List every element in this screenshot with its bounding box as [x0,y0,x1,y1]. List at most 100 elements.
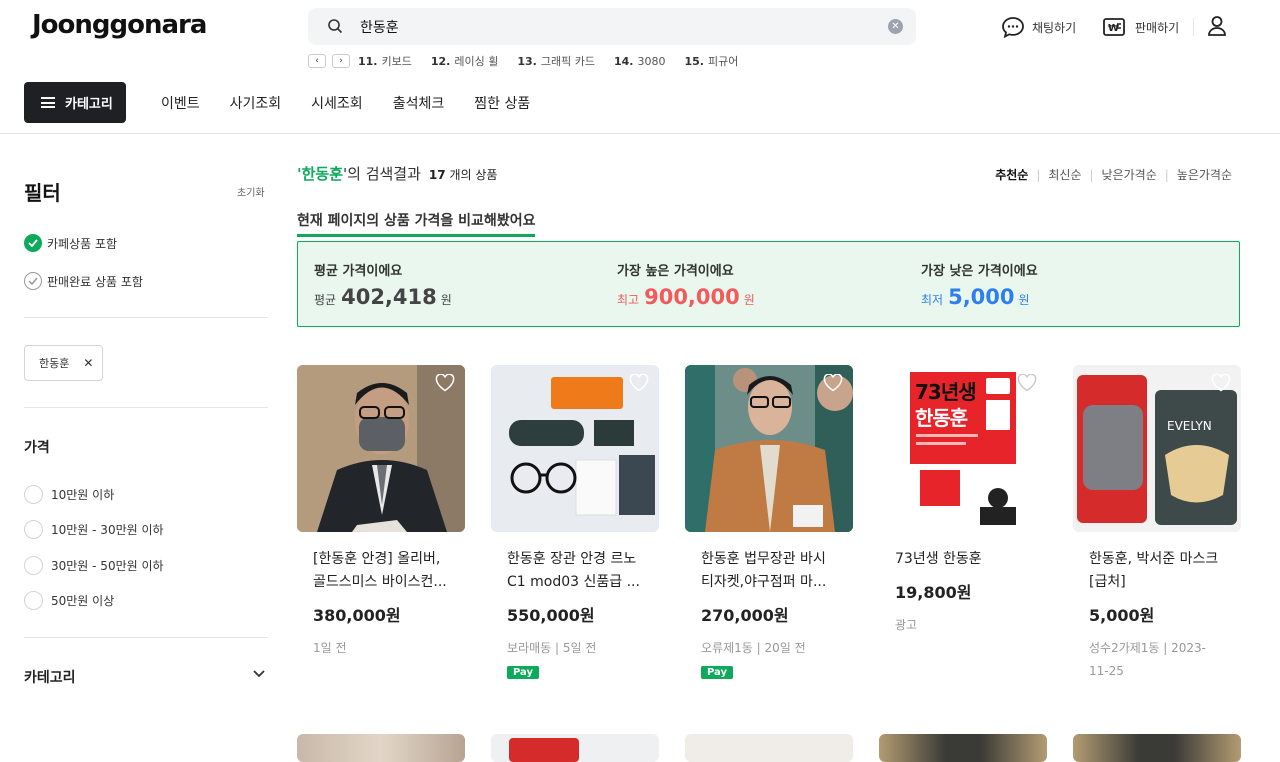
product-card[interactable] [879,734,1047,762]
trending-keyword[interactable]: 13. 그래픽 카드 [517,53,595,69]
product-image[interactable] [297,734,465,762]
book-cover-title-line2: 한동훈 [915,406,968,430]
menu-icon [41,97,55,108]
check-filled-icon [24,234,42,252]
chip-label: 한동훈 [39,357,70,370]
product-image[interactable] [297,365,465,532]
clear-search-icon[interactable]: ✕ [888,19,903,34]
avg-price-unit: 원 [440,293,452,307]
sort-recommended[interactable]: 추천순 [995,166,1028,183]
product-card[interactable]: 한동훈 장관 안경 르노 C1 mod03 신품급 ... 550,000원 보… [491,365,659,679]
chip-remove-icon[interactable]: ✕ [83,356,93,370]
trending-rank: 14. [613,54,634,68]
filter-reset-button[interactable]: 초기화 [237,184,265,199]
pay-badge: Pay [507,666,540,679]
main-nav: 이벤트 사기조회 시세조회 출석체크 찜한 상품 [161,93,560,113]
high-price: 가장 높은 가격이에요 최고 900,000 원 [617,260,755,309]
logo[interactable]: Joonggonara [32,10,207,40]
product-price: 550,000원 [507,606,595,625]
chevron-down-icon[interactable] [253,670,265,678]
price-option-label: 10만원 이하 [51,488,115,502]
product-image[interactable] [491,365,659,532]
include-sold-checkbox[interactable]: 판매완료 상품 포함 [24,272,143,290]
sidebar-divider [24,407,268,408]
product-image[interactable] [685,365,853,532]
product-card[interactable] [1073,734,1241,762]
result-count: 17 개의 상품 [429,166,498,183]
heart-icon[interactable] [1017,374,1037,392]
product-image[interactable]: 73년생 한동훈 [879,365,1047,532]
price-option[interactable]: 10만원 - 30만원 이하 [24,520,164,539]
sort-options: 추천순 | 최신순 | 낮은가격순 | 높은가격순 [995,166,1232,183]
trending-next-button[interactable]: › [332,54,350,68]
search-keyword-chip[interactable]: 한동훈 ✕ [24,345,103,381]
result-count-number: 17 [428,168,446,182]
heart-icon[interactable] [823,374,843,392]
heart-icon[interactable] [435,374,455,392]
include-cafe-label: 카페상품 포함 [47,236,118,251]
avg-price-prefix: 평균 [314,293,337,307]
product-price: 19,800원 [895,583,972,602]
pay-badge: Pay [701,666,734,679]
book-cover-title-line1: 73년생 [915,380,977,404]
trending-keyword[interactable]: 11. 키보드 [358,53,412,69]
sort-price-high[interactable]: 높은가격순 [1177,166,1232,183]
sort-latest[interactable]: 최신순 [1048,166,1081,183]
product-card[interactable]: 한동훈 법무장관 바시 티자켓,야구점퍼 마... 270,000원 오류제1동… [685,365,853,679]
low-price-title: 가장 낮은 가격이에요 [921,264,1038,279]
category-menu-button[interactable]: 카테고리 [24,82,126,123]
product-card[interactable] [297,734,465,762]
product-card[interactable] [685,734,853,762]
product-image[interactable] [879,734,1047,762]
trending-rank: 12. [430,55,451,68]
product-card[interactable]: [한동훈 안경] 올리버, 골드스미스 바이스컨... 380,000원 1일 … [297,365,465,660]
trending-keyword[interactable]: 14. 3080 [614,55,666,68]
product-card[interactable] [491,734,659,762]
product-meta: 광고 [895,618,918,632]
filter-title: 필터 [24,181,61,205]
trending-word: 3080 [637,54,666,68]
heart-icon[interactable] [1211,374,1231,392]
sell-button[interactable]: ₩ 판매하기 [1102,16,1179,38]
product-image[interactable] [491,734,659,762]
book-cover: 73년생 한동훈 [910,372,1016,525]
nav-link-attendance[interactable]: 출석체크 [393,93,445,113]
nav-link-wishlist[interactable]: 찜한 상품 [474,93,530,113]
result-count-suffix: 개의 상품 [449,168,498,182]
product-name[interactable]: 한동훈 법무장관 바시 티자켓,야구점퍼 마... [701,548,837,594]
product-name[interactable]: 한동훈, 박서준 마스크 [급처] [1089,548,1225,594]
product-meta: 오류제1동 | 20일 전 [701,641,806,655]
product-name[interactable]: [한동훈 안경] 올리버, 골드스미스 바이스컨... [313,548,449,594]
nav-link-event[interactable]: 이벤트 [161,93,200,113]
product-name[interactable]: 73년생 한동훈 [895,548,1031,571]
trending-keyword[interactable]: 15. 피규어 [684,53,738,69]
sort-price-low[interactable]: 낮은가격순 [1102,166,1157,183]
product-card[interactable]: EVELYN 한동훈, 박서준 마스크 [급처] 5,000원 성수2가제1동 … [1073,365,1241,683]
trending-rank: 15. [684,55,704,68]
price-option[interactable]: 50만원 이상 [24,591,114,610]
price-option[interactable]: 10만원 이하 [24,485,114,504]
heart-icon[interactable] [629,374,649,392]
search-input[interactable] [360,8,860,45]
nav-link-fraud-check[interactable]: 사기조회 [230,93,282,113]
result-heading: ' 한동훈 '의 검색결과 17 개의 상품 [297,163,497,184]
include-cafe-checkbox[interactable]: 카페상품 포함 [24,234,117,252]
search-bar[interactable]: ✕ [308,8,916,45]
category-filter-title[interactable]: 카테고리 [24,667,76,687]
product-image[interactable] [1073,734,1241,762]
product-meta: 성수2가제1동 | 2023-11-25 [1089,641,1207,678]
trending-word: 그래픽 카드 [540,55,595,68]
product-image[interactable] [685,734,853,762]
product-image[interactable]: EVELYN [1073,365,1241,532]
chat-button[interactable]: 채팅하기 [1001,16,1076,38]
price-option[interactable]: 30만원 - 50만원 이하 [24,556,164,575]
nav-link-price-check[interactable]: 시세조회 [311,93,363,113]
trending-prev-button[interactable]: ‹ [308,54,326,68]
check-outline-icon [24,272,42,290]
user-icon[interactable] [1207,15,1227,37]
trending-keyword[interactable]: 12. 레이싱 휠 [431,53,498,69]
product-card[interactable]: 73년생 한동훈 73년생 한동훈 19,800원 광고 [879,365,1047,637]
product-name[interactable]: 한동훈 장관 안경 르노 C1 mod03 신품급 ... [507,548,643,594]
product-meta: 1일 전 [313,641,347,655]
radio-icon [24,556,43,575]
